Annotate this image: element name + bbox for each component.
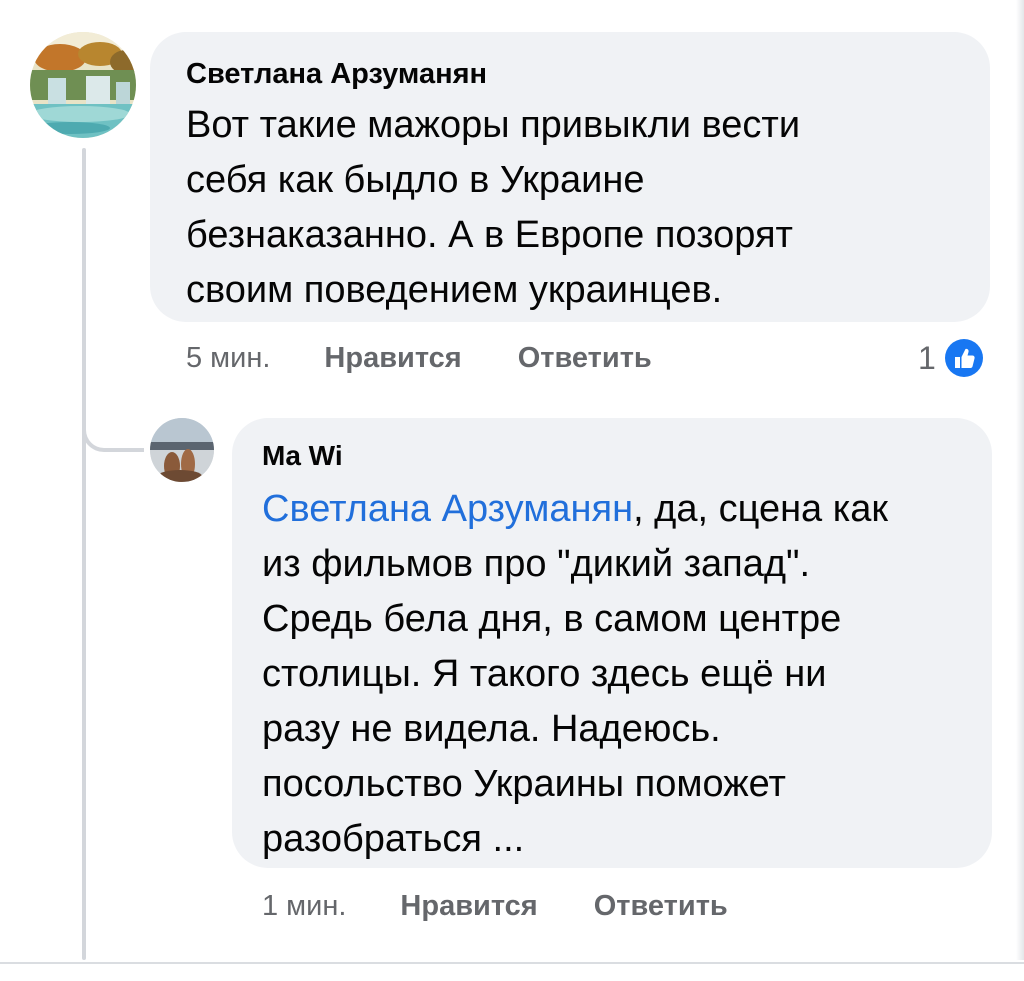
reply-button[interactable]: Ответить <box>518 342 652 375</box>
reply-text-segment: , да, сцена как <box>633 488 888 530</box>
reply-connector <box>82 400 144 452</box>
scroll-edge <box>1016 0 1024 960</box>
reply-line: из фильмов про "дикий запад". <box>262 543 811 585</box>
comment-line: себя как быдло в Украине <box>186 159 645 201</box>
comment-thread: Светлана Арзуманян Вот такие мажоры прив… <box>0 0 1024 981</box>
reply-author[interactable]: Ma Wi <box>262 438 958 474</box>
reply-bubble: Ma Wi Светлана Арзуманян, да, сцена как … <box>232 418 992 868</box>
reply-line: посольство Украины поможет <box>262 763 786 805</box>
avatar[interactable] <box>150 418 214 482</box>
comment-text: Вот такие мажоры привыкли вести себя как… <box>186 98 956 318</box>
reply-text: Светлана Арзуманян, да, сцена как из фил… <box>262 482 958 867</box>
like-button[interactable]: Нравится <box>324 342 461 375</box>
reply-line: Средь бела дня, в самом центре <box>262 598 842 640</box>
reply-actions: 1 мин. Нравится Ответить <box>262 890 728 923</box>
comment-line: безнаказанно. А в Европе позорят <box>186 214 793 256</box>
thread-line <box>82 148 86 960</box>
reply-timestamp[interactable]: 1 мин. <box>262 890 346 923</box>
reply-button[interactable]: Ответить <box>594 890 728 923</box>
reply-line: столицы. Я такого здесь ещё ни <box>262 653 827 695</box>
comment-bubble: Светлана Арзуманян Вот такие мажоры прив… <box>150 32 990 322</box>
like-button[interactable]: Нравится <box>400 890 537 923</box>
comment-actions: 5 мин. Нравится Ответить <box>186 342 652 375</box>
comment-author[interactable]: Светлана Арзуманян <box>186 56 956 92</box>
reaction-summary[interactable]: 1 <box>918 334 988 382</box>
reply-line: разу не видела. Надеюсь. <box>262 708 721 750</box>
divider <box>0 962 1024 964</box>
avatar[interactable] <box>30 32 136 138</box>
reply-line: Светлана Арзуманян, да, сцена как <box>262 482 958 537</box>
reaction-count: 1 <box>918 339 936 376</box>
comment-timestamp[interactable]: 5 мин. <box>186 342 270 375</box>
reply-line: разобраться ... <box>262 818 525 860</box>
comment-line: Вот такие мажоры привыкли вести <box>186 104 801 146</box>
mention-link[interactable]: Светлана Арзуманян <box>262 488 633 530</box>
like-icon <box>939 334 988 382</box>
comment-line: своим поведением украинцев. <box>186 269 723 311</box>
